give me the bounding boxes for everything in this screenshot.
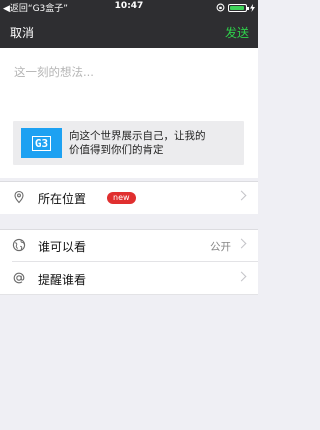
visibility-row[interactable]: 谁可以看 公开 <box>0 229 258 262</box>
g3-logo-text: G3 <box>31 135 52 151</box>
location-label: 所在位置 <box>38 192 87 206</box>
shared-link-title: 向这个世界展示自己，让我的 价值得到你们的肯定 <box>69 129 239 157</box>
send-button[interactable]: 发送 <box>225 24 249 41</box>
battery-icon <box>228 3 249 12</box>
remind-row[interactable]: 提醒谁看 <box>0 262 258 295</box>
chevron-right-icon <box>236 238 247 249</box>
status-icons <box>216 2 255 13</box>
divider <box>0 294 258 295</box>
remind-label: 提醒谁看 <box>38 273 87 287</box>
visibility-label: 谁可以看 <box>38 240 87 254</box>
status-bar: ◀返回“G3盒子” 10:47 <box>0 0 258 15</box>
divider <box>0 229 258 230</box>
shared-link-line-2: 价值得到你们的肯定 <box>69 144 164 156</box>
location-row[interactable]: 所在位置 new <box>0 181 258 214</box>
g3-logo: G3 <box>21 128 62 158</box>
divider <box>0 181 258 182</box>
shared-link-card[interactable]: G3 向这个世界展示自己，让我的 价值得到你们的肯定 <box>13 121 244 165</box>
visibility-value: 公开 <box>210 241 231 253</box>
post-text-input[interactable]: 这一刻的想法... <box>14 64 94 80</box>
nav-bar: 取消 发送 <box>0 15 258 48</box>
orientation-lock-icon <box>216 3 225 12</box>
chevron-right-icon <box>236 271 247 282</box>
charging-icon <box>250 3 255 12</box>
at-sign-icon <box>13 272 25 284</box>
shared-link-line-1: 向这个世界展示自己，让我的 <box>69 130 206 142</box>
chevron-right-icon <box>236 190 247 201</box>
location-pin-icon <box>14 190 24 204</box>
cancel-button[interactable]: 取消 <box>10 24 34 41</box>
compose-area: 这一刻的想法... G3 向这个世界展示自己，让我的 价值得到你们的肯定 <box>0 48 258 178</box>
globe-icon <box>12 238 26 252</box>
new-badge: new <box>107 192 136 204</box>
